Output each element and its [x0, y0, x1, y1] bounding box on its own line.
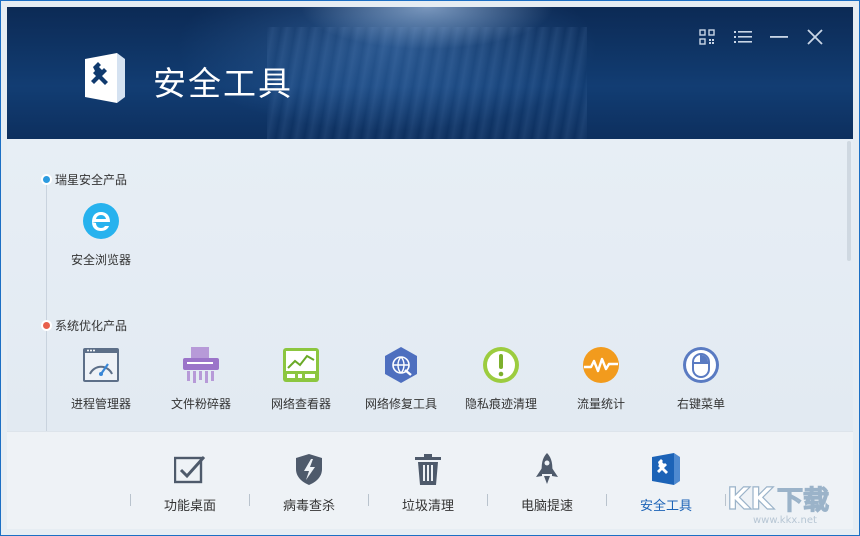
nav-function-desktop[interactable]: 功能桌面 [131, 432, 249, 530]
minimize-icon [770, 36, 788, 38]
tool-network-repair[interactable]: 网络修复工具 [351, 345, 451, 412]
wrench-tools-icon [652, 453, 680, 485]
tools-panel: 瑞星安全产品 安全浏览器 系统优化产品 进程管理器 文件粉碎器 网络查看器 网络… [7, 139, 853, 431]
section-dot [43, 322, 50, 329]
nav-label: 病毒查杀 [282, 498, 335, 513]
tool-context-menu[interactable]: 右键菜单 [651, 345, 751, 412]
nav-label: 安全工具 [639, 498, 692, 513]
tool-label: 流量统计 [576, 397, 625, 411]
tool-label: 右键菜单 [676, 397, 725, 411]
tool-label: 文件粉碎器 [170, 397, 231, 411]
tool-label: 安全浏览器 [70, 253, 131, 267]
close-icon [807, 29, 823, 45]
tool-label: 进程管理器 [70, 397, 131, 411]
browser-e-icon [83, 203, 119, 239]
app-window: 安全工具 瑞星安全产品 安全浏览器 系统优化产品 进程管理器 文件粉碎器 网络查… [0, 0, 860, 536]
tool-label: 网络查看器 [270, 397, 331, 411]
tool-safe-browser[interactable]: 安全浏览器 [51, 201, 151, 268]
tool-privacy-clean[interactable]: 隐私痕迹清理 [451, 345, 551, 412]
header-banner: 安全工具 [7, 7, 853, 139]
svg-text:KK: KK [727, 482, 775, 517]
tool-label: 网络修复工具 [364, 397, 437, 411]
mouse-icon [683, 347, 719, 383]
section-title: 系统优化产品 [55, 319, 128, 333]
app-logo-icon [85, 53, 125, 103]
nav-speed-up[interactable]: 电脑提速 [488, 432, 606, 530]
nav-junk-clean[interactable]: 垃圾清理 [369, 432, 487, 530]
tool-label: 隐私痕迹清理 [464, 397, 537, 411]
nav-label: 功能桌面 [163, 498, 216, 513]
checkbox-icon [174, 455, 206, 484]
tool-traffic-stats[interactable]: 流量统计 [551, 345, 651, 412]
section-title: 瑞星安全产品 [55, 173, 128, 187]
window-controls [689, 23, 833, 51]
close-button[interactable] [797, 23, 833, 51]
tool-network-viewer[interactable]: 网络查看器 [251, 345, 351, 412]
section-timeline [46, 175, 47, 431]
nav-virus-scan[interactable]: 病毒查杀 [250, 432, 368, 530]
qr-code-button[interactable] [689, 23, 725, 51]
scrollbar[interactable] [847, 141, 851, 261]
shield-bolt-icon [296, 454, 322, 485]
section-label-rising-products: 瑞星安全产品 [43, 171, 127, 188]
nav-label: 电脑提速 [520, 498, 573, 513]
network-viewer-icon [283, 348, 319, 382]
svg-text:下载: 下载 [777, 486, 829, 516]
section-label-optimization: 系统优化产品 [43, 317, 127, 334]
traffic-stats-icon [583, 347, 619, 383]
menu-icon [734, 31, 752, 43]
nav-label: 垃圾清理 [401, 498, 454, 513]
privacy-clean-icon [483, 347, 519, 383]
file-shredder-icon [183, 347, 219, 383]
tool-file-shredder[interactable]: 文件粉碎器 [151, 345, 251, 412]
qr-code-icon [699, 29, 715, 45]
rocket-icon [536, 453, 558, 484]
process-manager-icon [83, 348, 119, 382]
bottom-nav: 功能桌面 病毒查杀 垃圾清理 电脑提速 安全工具 KK 下载 www.kkx.n… [7, 431, 853, 529]
tool-process-manager[interactable]: 进程管理器 [51, 345, 151, 412]
minimize-button[interactable] [761, 23, 797, 51]
svg-text:www.kkx.net: www.kkx.net [753, 515, 817, 525]
network-repair-icon [385, 347, 417, 383]
nav-security-tools[interactable]: 安全工具 [607, 432, 725, 530]
watermark-logo: KK 下载 www.kkx.net [726, 481, 829, 525]
trash-icon [415, 454, 441, 485]
section-dot [43, 176, 50, 183]
menu-button[interactable] [725, 23, 761, 51]
app-title: 安全工具 [153, 65, 293, 102]
